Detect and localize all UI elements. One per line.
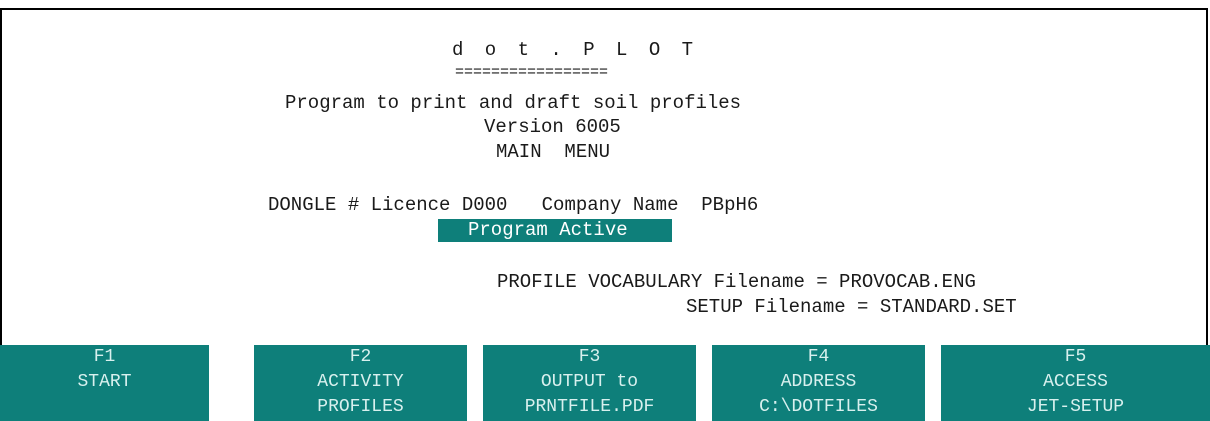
f1-action-label: START	[77, 372, 132, 392]
f1-start-button[interactable]: F1 START	[0, 345, 209, 421]
app-subtitle: Program to print and draft soil profiles	[285, 92, 742, 114]
app-title: d o t . P L O T	[452, 39, 699, 61]
f2-action-label-2: PROFILES	[317, 397, 404, 417]
f3-action-label-2: PRNTFILE.PDF	[524, 397, 655, 417]
f5-action-label-2: JET-SETUP	[1026, 397, 1125, 417]
f5-key-label: F5	[1064, 347, 1087, 367]
f4-address-button[interactable]: F4 ADDRESS C:\DOTFILES	[712, 345, 925, 421]
f4-action-label: ADDRESS	[780, 372, 857, 392]
vocabulary-filename: PROFILE VOCABULARY Filename = PROVOCAB.E…	[497, 271, 976, 293]
menu-title: MAIN MENU	[496, 141, 611, 163]
setup-filename: SETUP Filename = STANDARD.SET	[686, 296, 1017, 318]
f3-action-label: OUTPUT to	[540, 372, 639, 392]
title-underline: =================	[455, 64, 609, 81]
f4-action-label-2: C:\DOTFILES	[759, 397, 878, 417]
f5-action-label: ACCESS	[1043, 372, 1108, 392]
f1-key-label: F1	[93, 347, 116, 367]
f3-output-button[interactable]: F3 OUTPUT to PRNTFILE.PDF	[483, 345, 696, 421]
f2-activity-profiles-button[interactable]: F2 ACTIVITY PROFILES	[254, 345, 467, 421]
function-key-bar: F1 START F2 ACTIVITY PROFILES F3 OUTPUT …	[0, 345, 1210, 421]
f3-key-label: F3	[578, 347, 601, 367]
version-label: Version 6005	[484, 116, 621, 138]
program-status-badge: Program Active	[438, 219, 672, 242]
licence-info: DONGLE # Licence D000 Company Name PBpH6	[268, 194, 759, 216]
f2-action-label: ACTIVITY	[317, 372, 404, 392]
f2-key-label: F2	[349, 347, 372, 367]
f4-key-label: F4	[807, 347, 830, 367]
f5-access-setup-button[interactable]: F5 ACCESS JET-SETUP	[941, 345, 1210, 421]
